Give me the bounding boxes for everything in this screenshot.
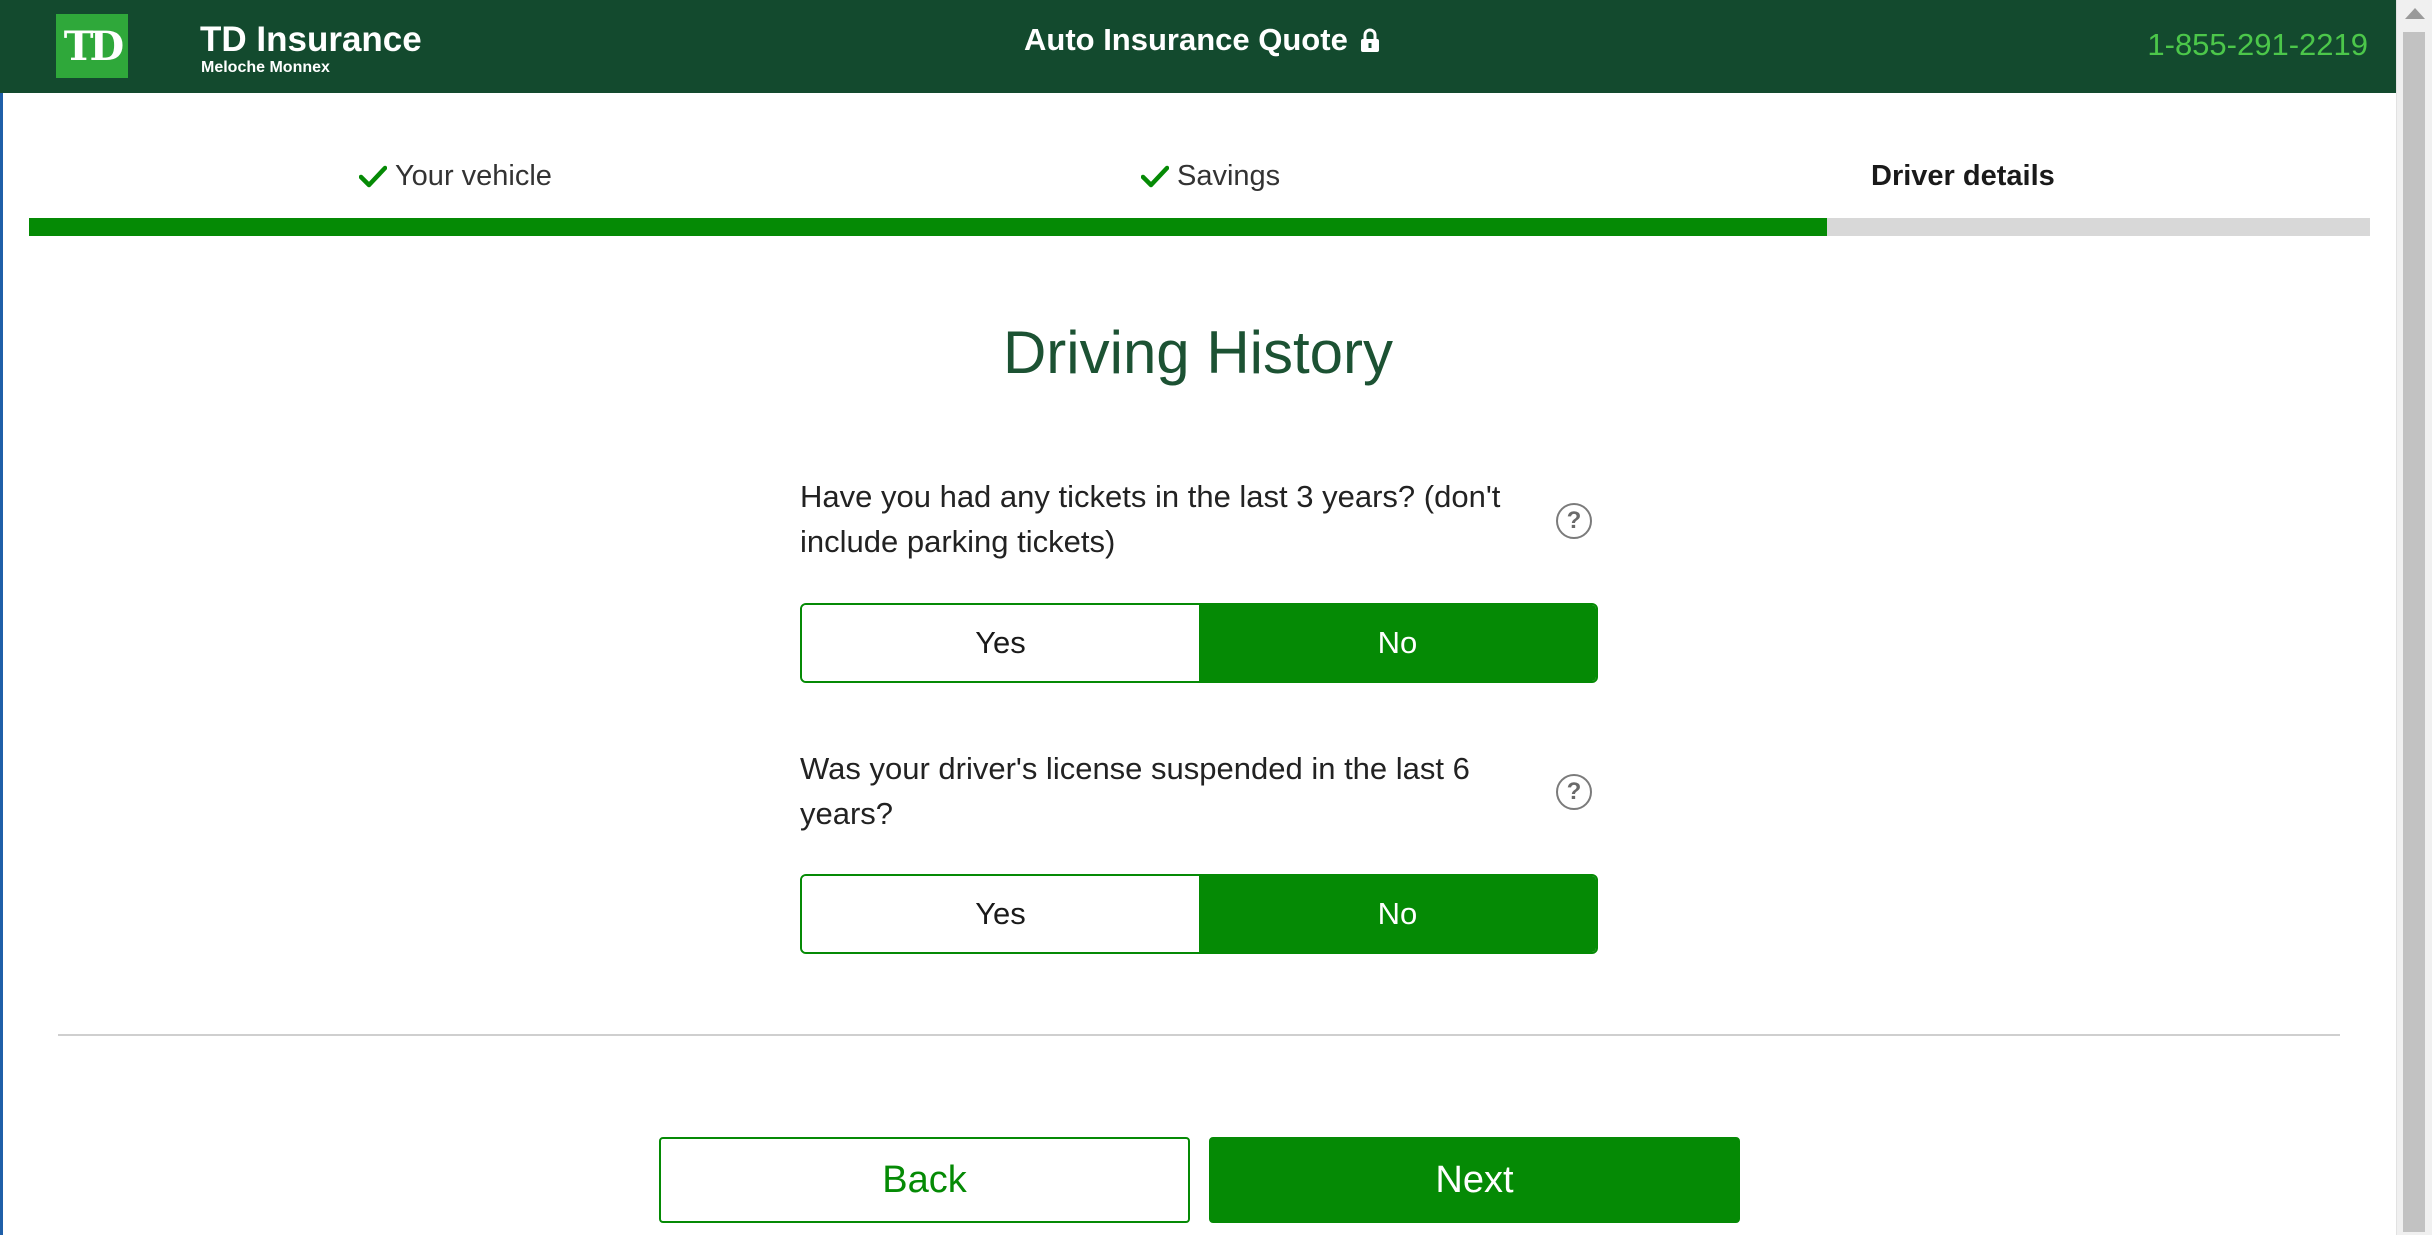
header-title-text: Auto Insurance Quote [1024,22,1348,57]
header-bar: TD TD Insurance Meloche Monnex Auto Insu… [0,0,2396,93]
window-edge [0,0,3,1235]
vertical-scrollbar[interactable] [2396,0,2432,1235]
suspended-no-option[interactable]: No [1199,876,1596,952]
td-logo[interactable]: TD [56,14,128,78]
check-icon [359,165,387,187]
divider [58,1034,2340,1036]
suspended-yes-option[interactable]: Yes [802,876,1199,952]
brand-name: TD Insurance [200,20,422,59]
step-label: Driver details [1871,160,2055,192]
tickets-no-option[interactable]: No [1199,605,1596,681]
page-header-title: Auto Insurance Quote [1024,22,1380,58]
help-icon[interactable]: ? [1556,774,1592,810]
section-title: Driving History [1002,319,1394,386]
progress-fill [29,218,1827,236]
progress-bar [29,218,2370,236]
next-button[interactable]: Next [1209,1137,1740,1223]
brand-subtitle: Meloche Monnex [201,59,330,76]
step-your-vehicle: Your vehicle [359,160,552,193]
help-icon[interactable]: ? [1556,503,1592,539]
scrollbar-thumb[interactable] [2403,32,2425,1232]
back-button[interactable]: Back [659,1137,1190,1223]
step-label: Your vehicle [395,160,552,192]
step-savings: Savings [1141,160,1280,193]
step-driver-details: Driver details [1871,160,2055,193]
step-label: Savings [1177,160,1281,192]
phone-number[interactable]: 1-855-291-2219 [2147,27,2368,63]
page: TD TD Insurance Meloche Monnex Auto Insu… [0,0,2432,1235]
question-tickets: Have you had any tickets in the last 3 y… [800,479,1501,559]
check-icon [1141,165,1169,187]
lock-icon [1360,28,1379,52]
scroll-up-arrow-icon[interactable] [2405,8,2425,19]
license-suspended-toggle: Yes No [800,874,1598,954]
tickets-toggle: Yes No [800,603,1598,683]
tickets-yes-option[interactable]: Yes [802,605,1199,681]
question-license-suspended: Was your driver's license suspended in t… [800,751,1470,831]
